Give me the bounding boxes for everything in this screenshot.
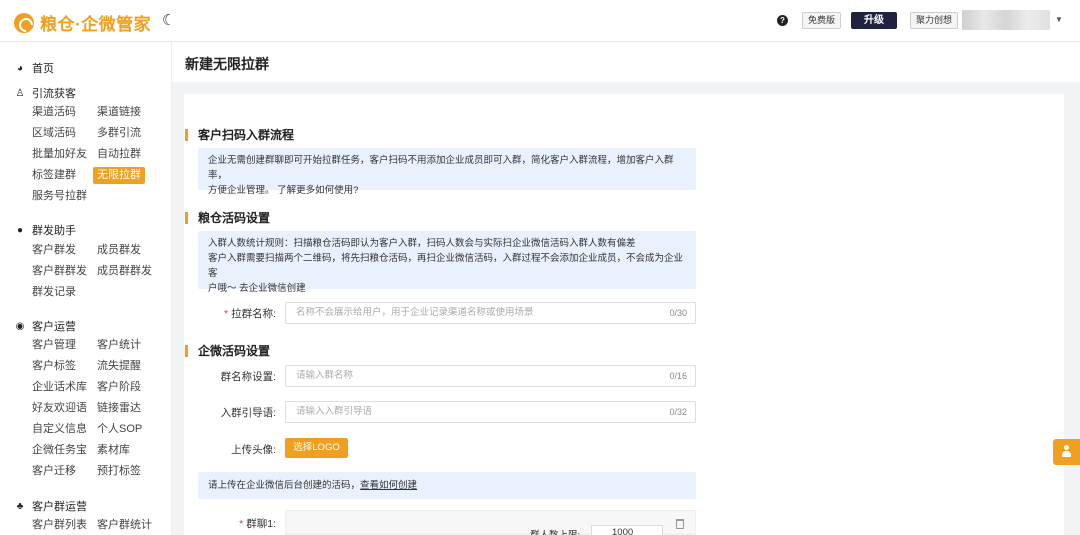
person-icon [1062,445,1071,459]
org-switch-button[interactable]: 聚力创想 [910,12,959,29]
member-limit-input[interactable]: 1000 [591,525,663,535]
customer-service-button[interactable] [1053,439,1080,465]
delete-icon[interactable] [676,519,684,529]
group-chat-1-box: 群人数上限: 1000 [285,510,696,535]
logo-icon [14,12,34,33]
sidebar-item[interactable]: 客户管理 [32,337,76,354]
learn-more-link[interactable]: 了解更多如何使用? [277,185,358,196]
chat-icon: ● [16,224,24,236]
chat-name-label: 群名称设置: [220,371,276,383]
sidebar-group-acquisition[interactable]: ♙ 引流获客 [14,85,76,101]
sidebar-item[interactable]: 客户群列表 [32,517,87,534]
how-to-create-link[interactable]: 查看如何创建 [360,480,417,491]
brand-logo[interactable]: 粮仓·企微管家 [14,10,151,35]
sidebar-item[interactable]: 自定义信息 [32,421,87,438]
brand-name: 粮仓·企微管家 [40,15,152,34]
sidebar-item[interactable]: 标签建群 [32,167,76,184]
user-icon: ♙ [15,87,25,99]
sidebar-item[interactable]: 服务号拉群 [32,188,87,205]
upgrade-button[interactable]: 升级 [851,12,897,29]
upload-tip-box: 请上传在企业微信后台创建的活码，查看如何创建 [198,472,696,499]
plan-badge: 免费版 [802,12,842,29]
section-title-scan-flow: 客户扫码入群流程 [185,129,294,141]
char-counter: 0/30 [669,308,687,318]
sidebar-item-active[interactable]: 无限拉群 [93,167,145,184]
member-limit-label: 群人数上限: [530,527,580,535]
chevron-down-icon[interactable]: ▼ [1055,15,1063,24]
sidebar-item[interactable]: 客户群发 [32,242,76,259]
char-counter: 0/16 [669,371,687,381]
sidebar-item[interactable]: 成员群群发 [97,263,152,280]
org-icon: ♣ [16,500,24,512]
sidebar-item[interactable]: 客户群统计 [97,517,152,534]
create-in-wecom-link[interactable]: 去企业微信创建 [239,283,306,294]
page-title: 新建无限拉群 [185,56,269,72]
page-header: 新建无限拉群 [172,42,1080,82]
sidebar-item[interactable]: 渠道链接 [97,104,141,121]
group-task-name-input[interactable]: 名称不会展示给用户，用于企业记录渠道名称或使用场景 0/30 [285,302,696,324]
sidebar-item[interactable]: 个人SOP [97,421,142,438]
select-logo-button[interactable]: 选择LOGO [285,438,348,458]
help-icon[interactable]: ? [777,15,788,26]
group-name-label: * 拉群名称: [223,308,276,320]
group-chat-1-label: * 群聊1: [239,518,276,530]
user-avatar[interactable] [962,10,1050,30]
sidebar-item[interactable]: 链接雷达 [97,400,141,417]
sidebar-group-group-ops[interactable]: ♣ 客户群运营 [14,498,87,514]
sidebar-item[interactable]: 成员群发 [97,242,141,259]
info-box-qr-settings: 入群人数统计规则：扫描粮仓活码即认为客户入群，扫码人数会与实际扫企业微信活码入群… [198,231,696,294]
chat-name-input[interactable]: 请输入群名称 0/16 [285,365,696,387]
sidebar-item[interactable]: 渠道活码 [32,104,76,121]
sidebar [0,42,172,535]
sidebar-item[interactable]: 群发记录 [32,284,76,301]
sidebar-item[interactable]: 流失提醒 [97,358,141,375]
sidebar-group-broadcast[interactable]: ● 群发助手 [14,222,76,238]
sidebar-item[interactable]: 客户阶段 [97,379,141,396]
sidebar-item[interactable]: 素材库 [97,442,130,459]
sidebar-item-home[interactable]: ◕ 首页 [14,60,54,76]
sidebar-item[interactable]: 多群引流 [97,125,141,142]
sidebar-item[interactable]: 客户群群发 [32,263,87,280]
char-counter: 0/32 [669,407,687,417]
eye-icon: ◉ [15,320,25,332]
top-bar: 粮仓·企微管家 ☾ ? 免费版 升级 聚力创想 ▼ [0,0,1080,42]
guide-text-label: 入群引导语: [220,407,276,419]
dashboard-icon: ◕ [16,62,24,74]
sidebar-item[interactable]: 企微任务宝 [32,442,87,459]
section-title-wecom-settings: 企微活码设置 [185,345,270,357]
info-box-scan-flow: 企业无需创建群聊即可开始拉群任务，客户扫码不用添加企业成员即可入群，简化客户入群… [198,148,696,196]
sidebar-item[interactable]: 批量加好友 [32,146,87,163]
section-title-qr-settings: 粮仓活码设置 [185,212,270,224]
sidebar-item[interactable]: 好友欢迎语 [32,400,87,417]
sidebar-item[interactable]: 预打标签 [97,463,141,480]
sidebar-item[interactable]: 企业话术库 [32,379,87,396]
sidebar-group-customer-ops[interactable]: ◉ 客户运营 [14,318,76,334]
sidebar-item[interactable]: 客户迁移 [32,463,76,480]
dark-mode-moon-icon[interactable]: ☾ [162,11,175,29]
guide-text-input[interactable]: 请输入入群引导语 0/32 [285,401,696,423]
avatar-label: 上传头像: [231,444,276,456]
sidebar-item[interactable]: 自动拉群 [97,146,141,163]
sidebar-item[interactable]: 客户统计 [97,337,141,354]
sidebar-item[interactable]: 区域活码 [32,125,76,142]
sidebar-item[interactable]: 客户标签 [32,358,76,375]
